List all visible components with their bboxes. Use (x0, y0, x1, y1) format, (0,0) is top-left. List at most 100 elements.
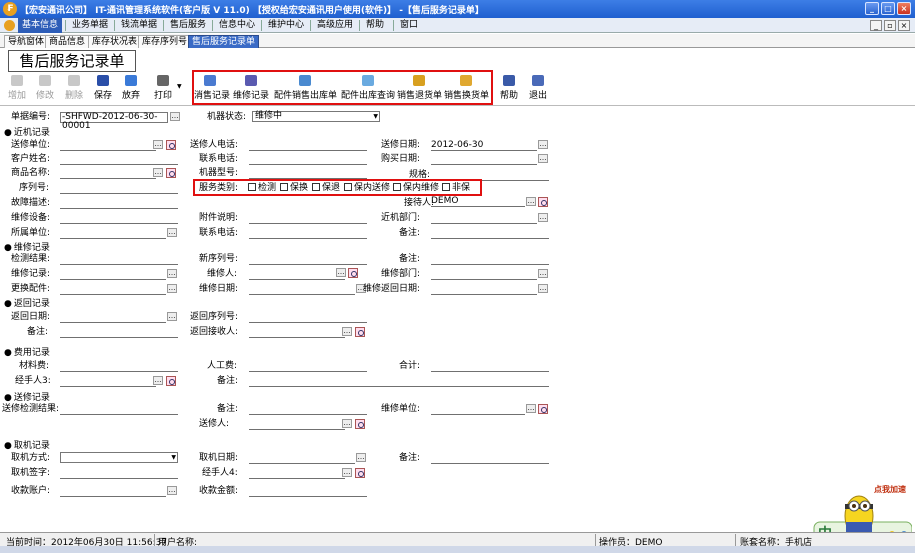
tab-stock-status[interactable]: 库存状况表 (88, 35, 142, 48)
menu-basic-info[interactable]: 基本信息 (18, 18, 63, 33)
attach-note-input[interactable] (249, 213, 367, 224)
send-phone-input[interactable] (249, 140, 367, 151)
receive-amount-input[interactable] (249, 486, 367, 497)
handler3-ellipsis-button[interactable]: … (153, 376, 163, 385)
send-unit-ellipsis-button[interactable]: … (153, 140, 163, 149)
material-fee-input[interactable] (60, 361, 178, 372)
return-receiver-input[interactable] (249, 327, 345, 338)
receive-account-input[interactable] (60, 486, 166, 497)
return-remark-input[interactable] (60, 327, 178, 338)
send-person-search-icon[interactable] (355, 419, 365, 429)
repairer-ellipsis-button[interactable]: … (336, 268, 346, 277)
belong-unit-input[interactable] (60, 228, 166, 239)
labor-fee-input[interactable] (249, 361, 367, 372)
repairer-search-icon[interactable] (348, 268, 358, 278)
close-button[interactable]: × (897, 2, 911, 15)
send-person-ellipsis-button[interactable]: … (342, 419, 352, 428)
handler4-ellipsis-button[interactable]: … (342, 468, 352, 477)
menu-business-docs[interactable]: 业务单据 (68, 18, 112, 33)
edit-button[interactable]: 修改 (34, 75, 56, 101)
handler3-search-icon[interactable] (166, 376, 176, 386)
repairer-input[interactable] (249, 269, 345, 280)
repair-unit-ellipsis-button[interactable]: … (526, 404, 536, 413)
doc-no-ellipsis-button[interactable]: … (170, 112, 180, 121)
minimize-button[interactable]: _ (865, 2, 879, 15)
send-dept-input[interactable] (431, 213, 537, 224)
goods-name-search-icon[interactable] (166, 168, 176, 178)
check-result-input[interactable] (60, 254, 178, 265)
repair-date-input[interactable] (249, 284, 355, 295)
return-receiver-ellipsis-button[interactable]: … (342, 327, 352, 336)
replace-parts-input[interactable] (60, 284, 166, 295)
service-type-warranty-repair[interactable]: 保内维修 (393, 183, 439, 194)
pickup-date-input[interactable] (249, 453, 355, 464)
repair-return-date-ellipsis-button[interactable]: … (538, 284, 548, 293)
return-date-input[interactable] (60, 312, 166, 323)
service-type-check[interactable]: 检测 (248, 183, 276, 194)
repair-record-ellipsis-button[interactable]: … (167, 269, 177, 278)
return-date-ellipsis-button[interactable]: … (167, 312, 177, 321)
machine-status-select[interactable]: 维修中 ▼ (252, 111, 380, 122)
add-button[interactable]: 增加 (6, 75, 28, 101)
pickup-remark-input[interactable] (431, 453, 549, 464)
belong-unit-ellipsis-button[interactable]: … (167, 228, 177, 237)
menu-window[interactable]: 窗口 (396, 18, 422, 33)
repair-dept-input[interactable] (431, 269, 537, 280)
contact-phone2-input[interactable] (249, 228, 367, 239)
print-dropdown-icon[interactable]: ▼ (177, 83, 182, 90)
buy-date-input[interactable] (431, 154, 537, 165)
send-date-input[interactable]: 2012-06-30 (431, 140, 537, 151)
delete-button[interactable]: 删除 (63, 75, 85, 101)
menu-info-center[interactable]: 信息中心 (215, 18, 259, 33)
buy-date-ellipsis-button[interactable]: … (538, 154, 548, 163)
send-date-ellipsis-button[interactable]: … (538, 140, 548, 149)
send-person-input[interactable] (249, 419, 345, 430)
total-input[interactable] (431, 361, 549, 372)
doc-no-field[interactable]: -SHFWD-2012-06-30-00001 (60, 112, 168, 131)
goods-name-input[interactable] (60, 168, 156, 179)
pickup-sign-input[interactable] (60, 468, 178, 479)
receive-account-ellipsis-button[interactable]: … (167, 486, 177, 495)
receiver-ellipsis-button[interactable]: … (526, 197, 536, 206)
tab-nav-window[interactable]: 导航窗体 (4, 35, 49, 48)
repair-unit-search-icon[interactable] (538, 404, 548, 414)
handler4-search-icon[interactable] (355, 468, 365, 478)
send-unit-input[interactable] (60, 140, 156, 151)
save-button[interactable]: 保存 (92, 75, 114, 101)
menu-cashflow-docs[interactable]: 钱流单据 (117, 18, 161, 33)
fault-desc-input[interactable] (60, 198, 178, 209)
new-serial-input[interactable] (249, 254, 367, 265)
repair-equip-input[interactable] (60, 213, 178, 224)
print-button[interactable]: 打印 (152, 75, 174, 101)
send-unit-search-icon[interactable] (166, 140, 176, 150)
send-dept-ellipsis-button[interactable]: … (538, 213, 548, 222)
receiver-search-icon[interactable] (538, 197, 548, 207)
contact-phone-input[interactable] (249, 154, 367, 165)
mdi-close-button[interactable]: × (898, 20, 910, 31)
send-remark-input[interactable] (249, 404, 367, 415)
discard-button[interactable]: 放弃 (120, 75, 142, 101)
pickup-date-ellipsis-button[interactable]: … (356, 453, 366, 462)
help-button[interactable]: 帮助 (499, 75, 519, 101)
remark-input[interactable] (431, 228, 549, 239)
repair-unit-input[interactable] (431, 404, 525, 415)
service-type-warranty-send[interactable]: 保内送修 (344, 183, 390, 194)
goods-name-ellipsis-button[interactable]: … (153, 168, 163, 177)
maximize-button[interactable]: □ (881, 2, 895, 15)
receiver-input[interactable]: DEMO (431, 196, 525, 207)
mdi-minimize-button[interactable]: _ (870, 20, 882, 31)
send-check-result-input[interactable] (60, 404, 178, 415)
repair-return-date-input[interactable] (431, 284, 537, 295)
service-type-non-warranty[interactable]: 非保 (442, 183, 470, 194)
tab-after-sales-record[interactable]: 售后服务记录单 (188, 35, 260, 48)
repair-remark-input[interactable] (431, 254, 549, 265)
service-type-refund[interactable]: 保退 (312, 183, 340, 194)
cust-name-input[interactable] (60, 154, 178, 165)
exit-button[interactable]: 退出 (528, 75, 548, 101)
machine-model-input[interactable] (249, 168, 367, 179)
tab-stock-serial[interactable]: 库存序列号 (138, 35, 192, 48)
return-receiver-search-icon[interactable] (355, 327, 365, 337)
menu-help[interactable]: 帮助 (362, 18, 388, 33)
repair-record-input[interactable] (60, 269, 166, 280)
tab-goods-info[interactable]: 商品信息 (45, 35, 90, 48)
